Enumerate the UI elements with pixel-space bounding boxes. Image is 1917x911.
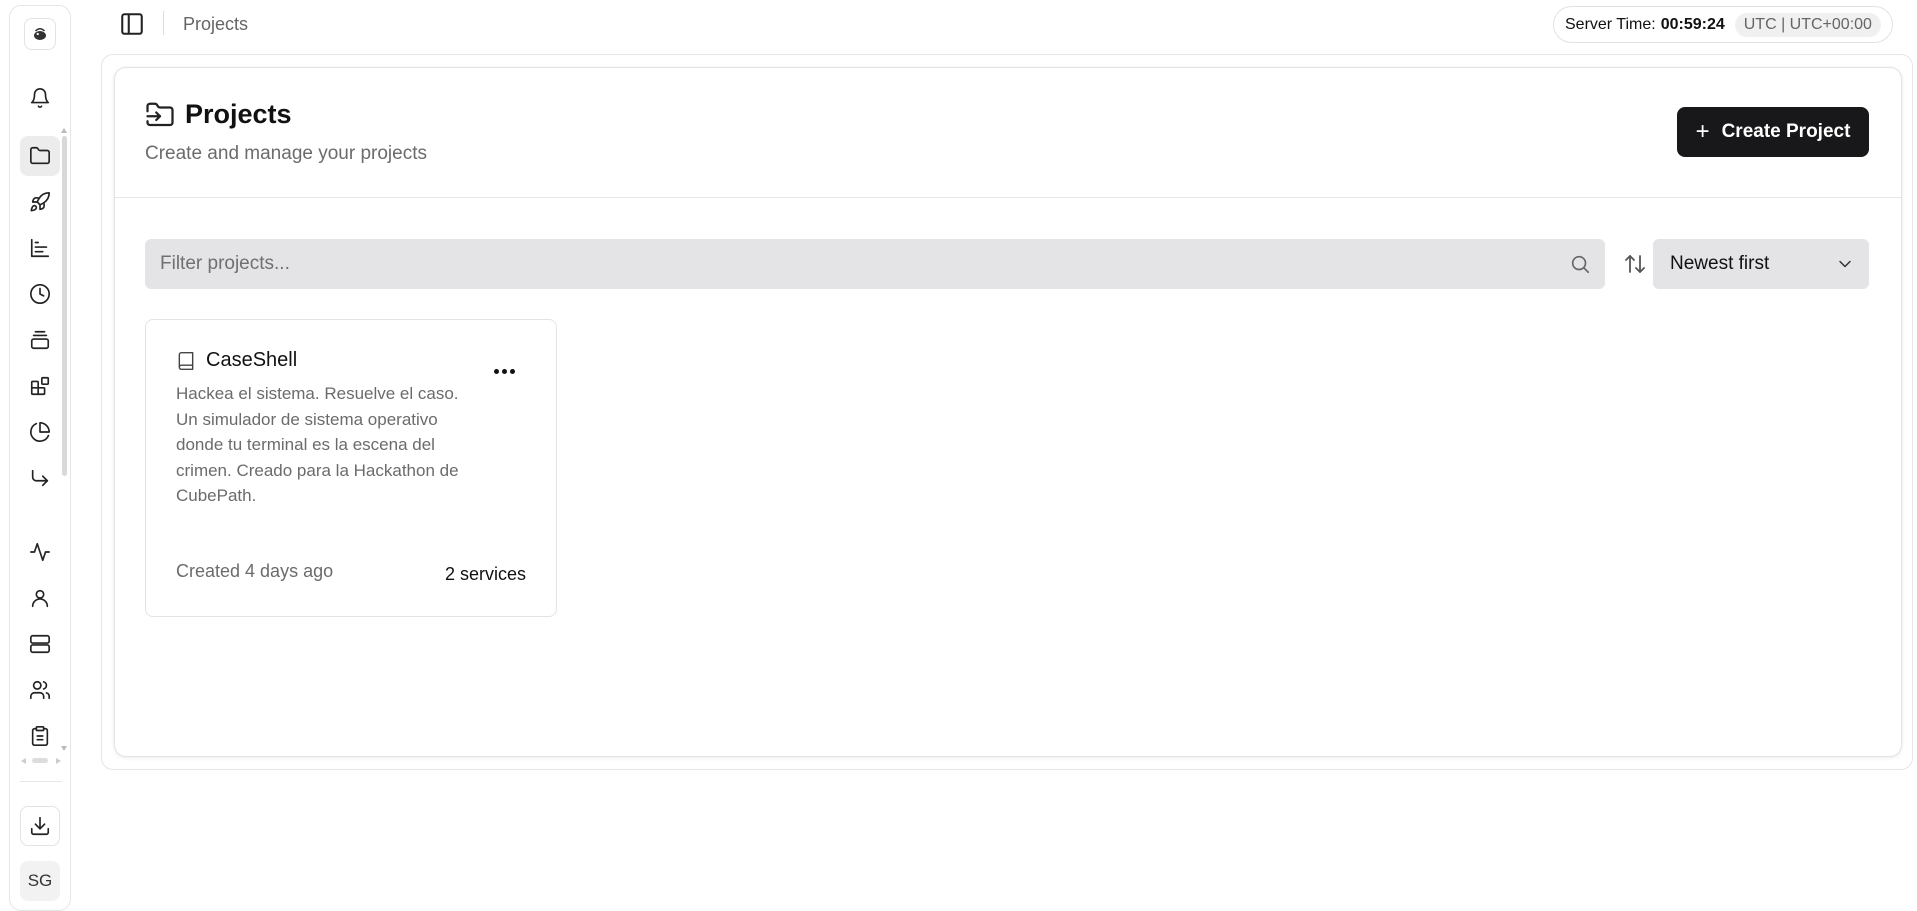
folder-input-icon: [145, 100, 175, 130]
logo-icon: [34, 28, 46, 40]
project-name[interactable]: CaseShell: [206, 349, 297, 372]
project-card[interactable]: CaseShell Hackea el sistema. Resuelve el…: [145, 319, 557, 617]
sidebar-item-schedules[interactable]: [20, 274, 60, 314]
server-time-label: Server Time:: [1565, 15, 1656, 33]
sidebar-item-monitoring[interactable]: [20, 228, 60, 268]
pie-chart-icon: [30, 422, 50, 442]
forward-arrow-icon: [31, 469, 49, 487]
breadcrumb[interactable]: Projects: [183, 14, 248, 35]
sidebar-item-usage[interactable]: [20, 412, 60, 452]
create-project-button[interactable]: + Create Project: [1677, 107, 1869, 157]
scroll-down-arrow[interactable]: [61, 746, 67, 751]
sort-select[interactable]: Newest first: [1653, 239, 1869, 289]
project-created-date: Created 4 days ago: [176, 561, 334, 581]
clock-icon: [30, 284, 50, 304]
sidebar-divider: [20, 781, 62, 782]
download-button[interactable]: [20, 806, 60, 846]
book-icon: [176, 351, 196, 371]
sort-icon[interactable]: [1623, 252, 1647, 276]
sidebar-item-team[interactable]: [20, 670, 60, 710]
app-logo[interactable]: [24, 18, 56, 50]
panel-left-icon: [121, 13, 143, 35]
create-project-label: Create Project: [1721, 121, 1851, 142]
bar-chart-icon: [30, 238, 50, 258]
project-description: Hackea el sistema. Resuelve el caso. Un …: [176, 384, 459, 505]
more-dot-icon: [501, 368, 507, 374]
folder-icon: [30, 146, 50, 165]
page-subtitle: Create and manage your projects: [145, 143, 427, 164]
server-time-badge: Server Time: 00:59:24 UTC | UTC+00:00: [1553, 6, 1893, 43]
sidebar: SG: [9, 5, 71, 911]
bell-icon: [30, 88, 50, 108]
sidebar-item-queues[interactable]: [20, 320, 60, 360]
page-title: Projects: [185, 99, 292, 129]
blocks-icon: [30, 376, 50, 396]
filter-projects-input[interactable]: [145, 239, 1605, 289]
card-divider: [115, 197, 1901, 198]
users-icon: [30, 680, 50, 700]
sidebar-item-servers[interactable]: [20, 624, 60, 664]
plus-icon: +: [1695, 118, 1710, 145]
sidebar-item-deployments[interactable]: [20, 182, 60, 222]
scroll-up-arrow[interactable]: [61, 128, 67, 133]
clipboard-icon: [31, 726, 49, 746]
more-dot-icon: [493, 368, 499, 374]
sidebar-horizontal-scrollbar[interactable]: [18, 756, 64, 764]
server-time-value: 00:59:24: [1660, 15, 1725, 33]
server-icon: [30, 634, 50, 654]
sidebar-item-activity[interactable]: [20, 532, 60, 572]
chevron-down-icon: [1835, 254, 1855, 274]
avatar[interactable]: SG: [20, 861, 60, 901]
rocket-icon: [30, 192, 50, 212]
sidebar-item-audit[interactable]: [20, 716, 60, 756]
sort-selected-value: Newest first: [1670, 253, 1770, 274]
layers-icon: [30, 330, 50, 350]
sidebar-item-notifications[interactable]: [20, 78, 60, 118]
activity-icon: [30, 542, 50, 562]
sidebar-item-profile[interactable]: [20, 578, 60, 618]
project-more-options-button[interactable]: [489, 361, 519, 381]
sidebar-item-redirects[interactable]: [20, 458, 60, 498]
project-services-count: 2 services: [444, 564, 526, 584]
search-icon: [1569, 253, 1591, 275]
timezone-badge: UTC | UTC+00:00: [1734, 12, 1881, 37]
download-icon: [30, 816, 50, 836]
sidebar-scrollbar[interactable]: [62, 136, 67, 476]
user-icon: [31, 589, 49, 608]
sidebar-toggle-button[interactable]: [117, 9, 147, 39]
more-dot-icon: [509, 368, 515, 374]
sidebar-item-projects[interactable]: [20, 136, 60, 176]
header-separator: [163, 11, 164, 35]
sidebar-item-templates[interactable]: [20, 366, 60, 406]
